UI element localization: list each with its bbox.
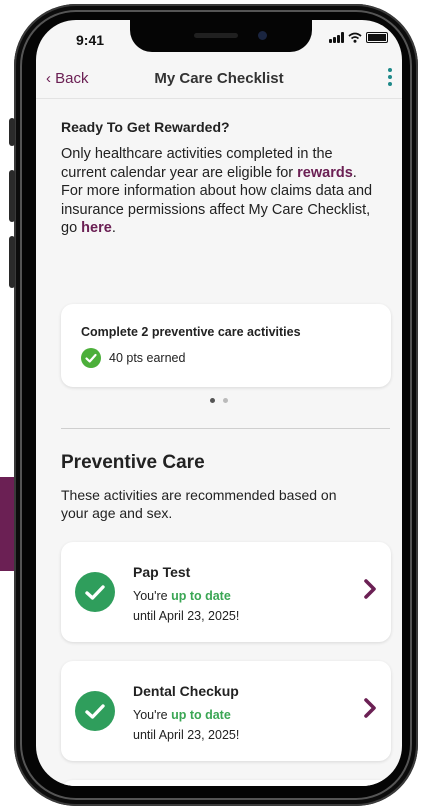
activity-card-pap-test[interactable]: Pap Test You're up to date until April 2… bbox=[61, 542, 391, 642]
activity-card-dental-checkup[interactable]: Dental Checkup You're up to date until A… bbox=[61, 661, 391, 761]
reward-card-title: Complete 2 preventive care activities bbox=[81, 325, 301, 339]
activity-until-date: until April 23, 2025! bbox=[133, 609, 240, 623]
check-circle-icon bbox=[81, 348, 101, 368]
reward-progress-card[interactable]: Complete 2 preventive care activities 40… bbox=[61, 304, 391, 387]
chevron-right-icon[interactable] bbox=[363, 697, 377, 719]
activity-name: Pap Test bbox=[133, 564, 191, 580]
battery-icon bbox=[366, 32, 388, 43]
check-circle-icon bbox=[75, 691, 115, 731]
chevron-right-icon[interactable] bbox=[363, 578, 377, 600]
nav-bar: ‹ Back My Care Checklist bbox=[36, 60, 402, 99]
phone-notch bbox=[130, 20, 312, 52]
check-circle-icon bbox=[75, 572, 115, 612]
phone-volume-down bbox=[9, 236, 15, 288]
activity-card-partial[interactable] bbox=[61, 780, 391, 786]
more-options-icon[interactable] bbox=[388, 68, 392, 86]
signal-icon bbox=[329, 32, 344, 43]
rewards-link[interactable]: rewards bbox=[297, 165, 353, 181]
points-earned: 40 pts earned bbox=[109, 351, 186, 365]
carousel-pagination[interactable] bbox=[36, 398, 402, 403]
main-content: Ready To Get Rewarded? Only healthcare a… bbox=[36, 99, 402, 786]
status-up-to-date: up to date bbox=[171, 708, 231, 722]
phone-mute-switch bbox=[9, 118, 15, 146]
activity-until-date: until April 23, 2025! bbox=[133, 728, 240, 742]
activity-status: You're up to date bbox=[133, 589, 231, 603]
speaker-grille bbox=[194, 33, 238, 38]
phone-volume-up bbox=[9, 170, 15, 222]
wifi-icon bbox=[348, 32, 362, 43]
preventive-care-description: These activities are recommended based o… bbox=[61, 487, 337, 521]
activity-status: You're up to date bbox=[133, 708, 231, 722]
carousel-dot[interactable] bbox=[210, 398, 215, 403]
status-icons bbox=[329, 32, 388, 43]
here-link[interactable]: here bbox=[81, 220, 112, 236]
activity-name: Dental Checkup bbox=[133, 683, 239, 699]
status-up-to-date: up to date bbox=[171, 589, 231, 603]
preventive-care-heading: Preventive Care bbox=[61, 452, 205, 473]
rewards-description: Only healthcare activities completed in … bbox=[61, 146, 373, 236]
section-divider bbox=[61, 428, 390, 429]
page-title: My Care Checklist bbox=[154, 70, 284, 87]
carousel-dot[interactable] bbox=[223, 398, 228, 403]
rewards-heading: Ready To Get Rewarded? bbox=[61, 119, 230, 135]
status-time: 9:41 bbox=[76, 32, 105, 48]
camera-icon bbox=[258, 31, 267, 40]
phone-screen: 9:41 ‹ Back My Care Checklist Ready To G… bbox=[36, 20, 402, 786]
